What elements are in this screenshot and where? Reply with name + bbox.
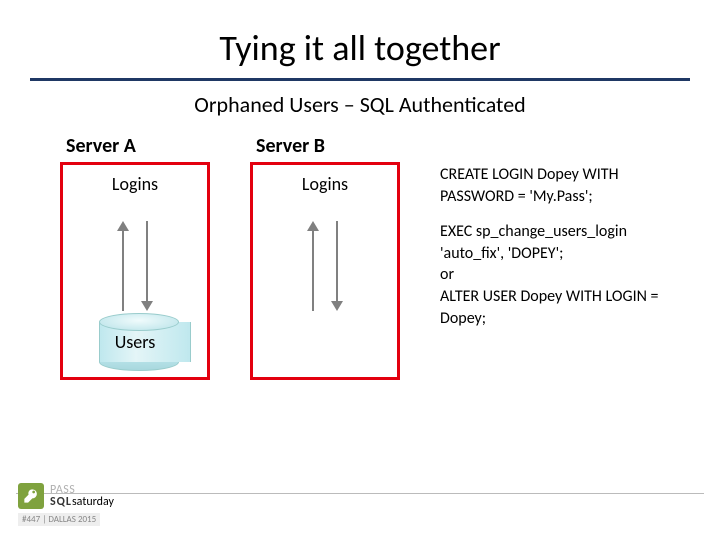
logo-saturday: saturday xyxy=(72,495,114,509)
logo-sql: SQL xyxy=(50,495,72,509)
title-underline xyxy=(30,78,690,81)
event-tag: #447 | DALLAS 2015 xyxy=(18,513,100,526)
server-a-users-label: Users xyxy=(63,331,207,353)
arrow-down-icon xyxy=(330,221,344,311)
server-b-column: Server B Logins xyxy=(250,134,410,380)
key-icon xyxy=(18,483,44,509)
arrow-down-icon xyxy=(140,221,154,311)
slide-body: Server A Logins Users Server B Logins xyxy=(0,134,720,380)
logo-text: PASS SQLsaturday xyxy=(50,484,114,508)
sql-fix-user: EXEC sp_change_users_login 'auto_fix', '… xyxy=(440,221,690,329)
footer: PASS SQLsaturday #447 | DALLAS 2015 xyxy=(18,483,114,526)
server-b-logins-label: Logins xyxy=(253,173,397,195)
title-area: Tying it all together xyxy=(0,0,720,76)
sql-create-login: CREATE LOGIN Dopey WITH PASSWORD = 'My.P… xyxy=(440,164,690,207)
server-b-arrows xyxy=(253,221,397,311)
sql-saturday-logo: PASS SQLsaturday xyxy=(18,483,114,509)
server-a-label: Server A xyxy=(60,134,220,158)
server-a-logins-label: Logins xyxy=(63,173,207,195)
sql-code-column: CREATE LOGIN Dopey WITH PASSWORD = 'My.P… xyxy=(440,134,690,343)
server-a-arrows xyxy=(63,221,207,311)
server-a-box: Logins Users xyxy=(60,162,210,380)
slide-subtitle: Orphaned Users – SQL Authenticated xyxy=(0,91,720,118)
footer-rule xyxy=(16,493,704,494)
slide-title: Tying it all together xyxy=(40,26,680,70)
server-b-box: Logins xyxy=(250,162,400,380)
arrow-up-icon xyxy=(306,221,320,311)
arrow-up-icon xyxy=(116,221,130,311)
server-a-column: Server A Logins Users xyxy=(60,134,220,380)
server-b-label: Server B xyxy=(250,134,410,158)
slide: Tying it all together Orphaned Users – S… xyxy=(0,0,720,540)
